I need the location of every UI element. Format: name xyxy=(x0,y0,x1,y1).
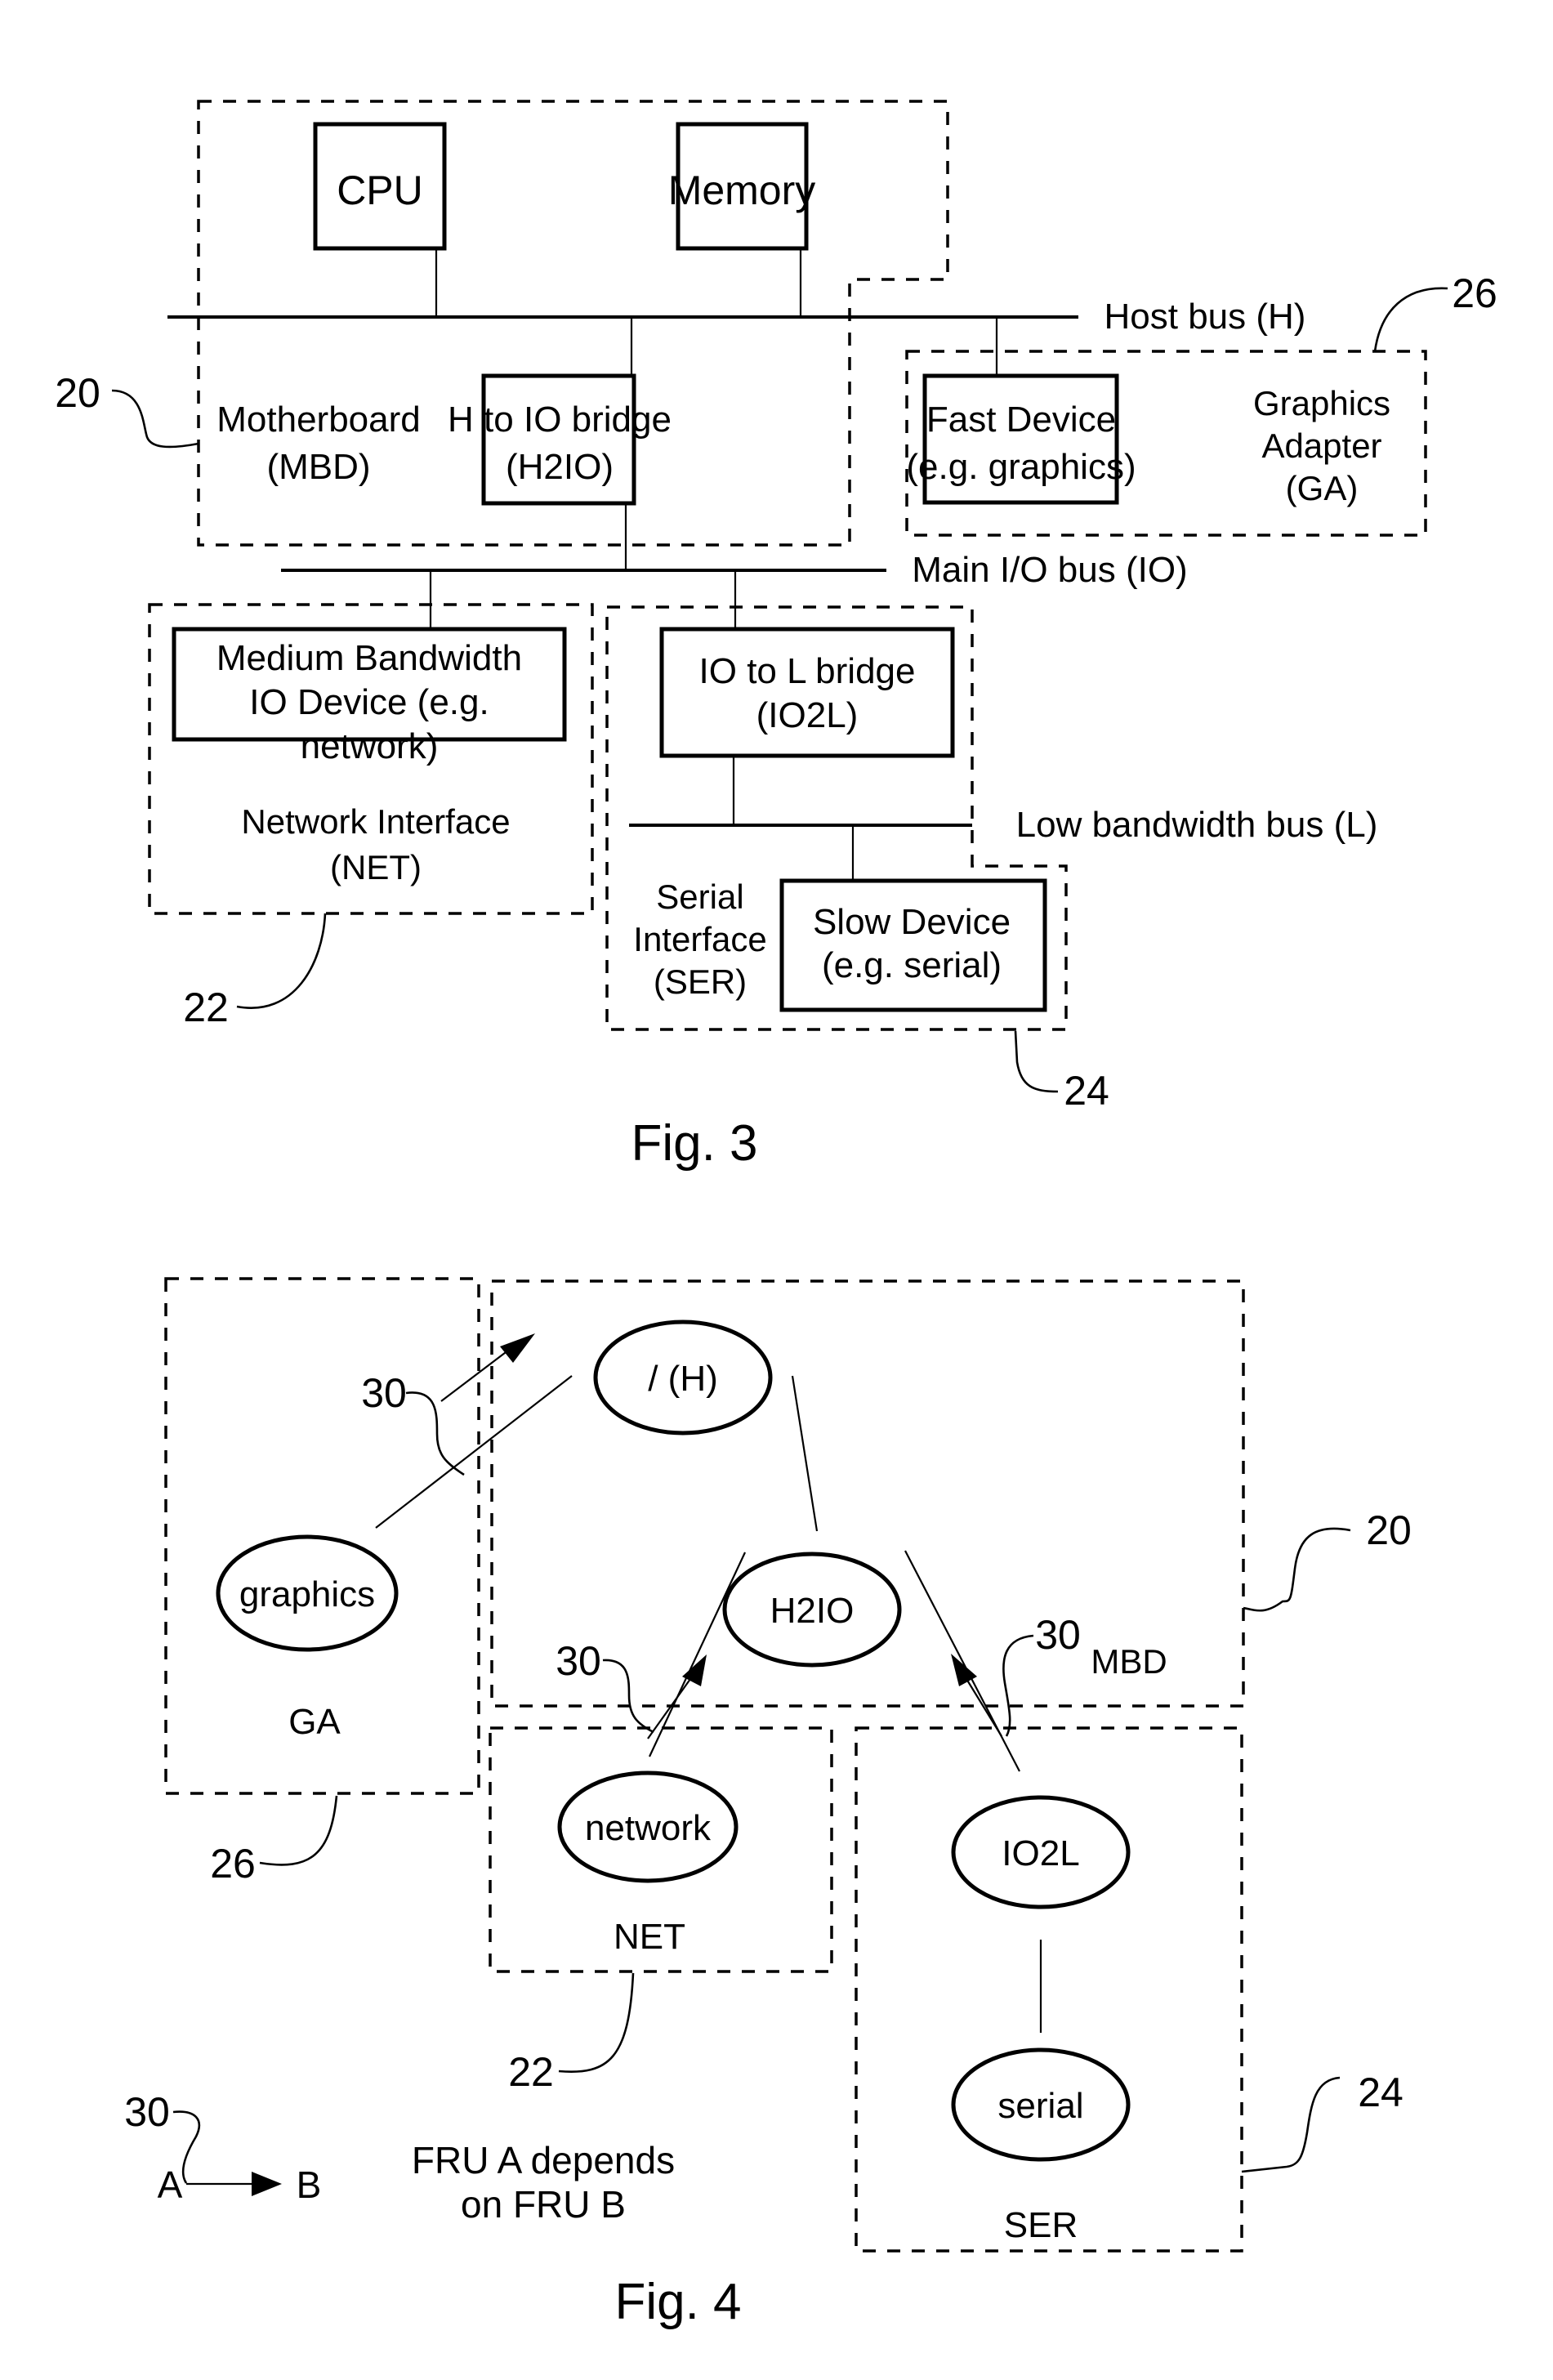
medium-device-label-line-1: Medium Bandwidth xyxy=(216,638,522,678)
io2l-label-line-2: (IO2L) xyxy=(756,695,859,735)
legend: 30 A B FRU A depends on FRU B xyxy=(124,2089,675,2226)
ref-30-ga-arrow: 30 xyxy=(361,1370,407,1416)
ser-group-label: SER xyxy=(1004,2205,1078,2245)
h2io-label-line-1: H to IO bridge xyxy=(448,400,672,440)
edge-h2io-to-io2l xyxy=(904,1550,1020,1772)
ref-30-mbd-leader xyxy=(1002,1634,1034,1737)
ref-26-ga: 26 xyxy=(210,1841,256,1887)
legend-ref-30: 30 xyxy=(124,2089,170,2135)
h2io-label-line-2: (H2IO) xyxy=(506,447,614,487)
io2l-label-line-1: IO to L bridge xyxy=(699,651,916,691)
medium-device-label-line-3: network) xyxy=(301,726,439,766)
net-group-label: NET xyxy=(614,1917,685,1957)
ref-24-ser: 24 xyxy=(1064,1068,1109,1114)
ref-20-leader xyxy=(1243,1527,1351,1612)
network-interface-label-line-2: (NET) xyxy=(330,848,422,886)
legend-text-line-2: on FRU B xyxy=(461,2183,626,2226)
ref-24-leader xyxy=(1241,2076,1341,2173)
arrowhead-icon xyxy=(500,1333,535,1363)
ref-20-mbd: 20 xyxy=(55,370,100,416)
node-serial-label: serial xyxy=(997,2086,1083,2126)
host-bus-label: Host bus (H) xyxy=(1105,297,1306,337)
serial-interface-label-line-1: Serial xyxy=(656,877,743,916)
graphics-adapter-label-line-2: Adapter xyxy=(1261,426,1381,465)
ref-22-net: 22 xyxy=(508,2049,554,2095)
ref-22-leader xyxy=(236,913,327,1009)
ref-20-leader xyxy=(111,389,199,449)
dependency-arrow-graphics-host xyxy=(440,1333,535,1402)
ref-30-mbd-subscript: MBD xyxy=(1091,1642,1167,1681)
legend-text-line-1: FRU A depends xyxy=(412,2139,675,2181)
serial-interface-label-line-2: Interface xyxy=(633,920,766,958)
ref-30-net-arrow: 30 xyxy=(556,1638,601,1684)
dependency-arrow-network-h2io xyxy=(647,1654,707,1739)
edge-host-to-h2io xyxy=(791,1375,819,1532)
low-bandwidth-bus-label: Low bandwidth bus (L) xyxy=(1016,805,1378,845)
figure-4: / (H) graphics H2IO network IO2L serial … xyxy=(124,1277,1412,2330)
slow-device-label-line-1: Slow Device xyxy=(813,902,1011,942)
node-graphics-label: graphics xyxy=(239,1574,375,1614)
fig-3-caption: Fig. 3 xyxy=(631,1115,757,1172)
dependency-arrow-io2l-h2io xyxy=(951,1654,1002,1737)
legend-node-a: A xyxy=(158,2163,183,2206)
main-io-bus-label: Main I/O bus (IO) xyxy=(912,550,1187,590)
ref-22-net: 22 xyxy=(183,985,229,1030)
cpu-label: CPU xyxy=(337,167,423,213)
network-interface-label-line-1: Network Interface xyxy=(241,802,510,841)
ref-30-net-leader xyxy=(602,1659,654,1734)
node-network-label: network xyxy=(585,1808,712,1848)
slow-device-label-line-2: (e.g. serial) xyxy=(822,945,1002,985)
ref-26-ga: 26 xyxy=(1452,270,1497,316)
serial-interface-label-line-3: (SER) xyxy=(654,962,747,1001)
node-io2l-label: IO2L xyxy=(1002,1833,1079,1873)
ref-24-ser: 24 xyxy=(1358,2070,1404,2115)
legend-arrowhead-icon xyxy=(252,2172,282,2196)
ref-24-leader xyxy=(1014,1030,1059,1093)
motherboard-label-line-1: Motherboard xyxy=(216,400,420,440)
ref-20-mbd: 20 xyxy=(1366,1507,1412,1553)
io2l-box xyxy=(659,627,955,758)
medium-device-label-line-2: IO Device (e.g. xyxy=(249,682,489,722)
motherboard-label-line-2: (MBD) xyxy=(266,447,370,487)
ref-30-mbd-arrow: 30 xyxy=(1035,1612,1081,1658)
node-h2io-label: H2IO xyxy=(770,1591,855,1631)
fast-device-label-line-2: (e.g. graphics) xyxy=(906,447,1136,487)
ref-26-leader xyxy=(1373,287,1448,352)
ref-26-leader xyxy=(259,1795,338,1866)
fast-device-label-line-1: Fast Device xyxy=(926,400,1116,440)
ref-22-leader xyxy=(558,1972,635,2073)
graphics-adapter-label-line-3: (GA) xyxy=(1286,469,1359,507)
edge-h2io-to-network xyxy=(649,1552,746,1757)
ga-group-label: GA xyxy=(288,1702,341,1742)
graphics-adapter-label-line-1: Graphics xyxy=(1253,384,1390,422)
memory-label: Memory xyxy=(668,167,816,213)
ref-30-ga-leader xyxy=(405,1391,465,1476)
fig-4-caption: Fig. 4 xyxy=(614,2274,741,2330)
legend-node-b: B xyxy=(297,2163,322,2206)
figure-3: CPU Memory Host bus (H) Motherboard (MBD… xyxy=(55,100,1497,1172)
node-host-bus-label: / (H) xyxy=(648,1359,718,1399)
patent-drawing-sheet: CPU Memory Host bus (H) Motherboard (MBD… xyxy=(55,100,1497,2330)
